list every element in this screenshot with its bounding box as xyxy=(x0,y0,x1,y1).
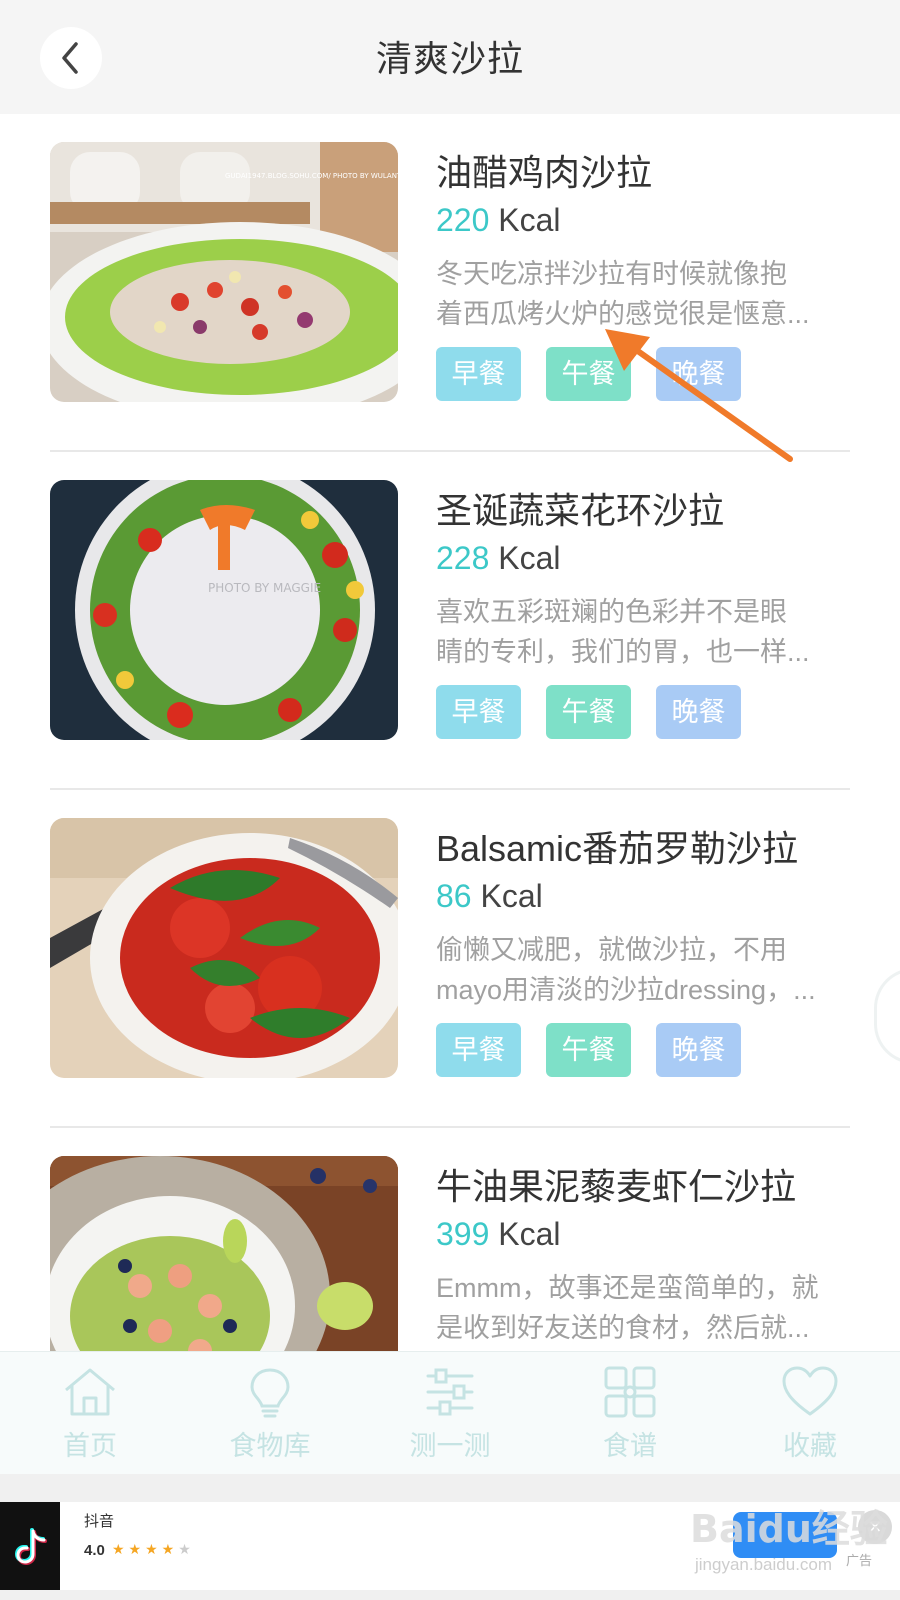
kcal-value: 86 xyxy=(436,878,472,914)
tab-favorites[interactable]: 收藏 xyxy=(750,1366,870,1463)
recipe-image xyxy=(50,1156,398,1351)
recipe-list[interactable]: GUDAI1947.BLOG.SOHU.COM/ PHOTO BY WULANT… xyxy=(0,114,900,1351)
bottom-tab-bar: 首页 食物库 测一测 食谱 收藏 xyxy=(0,1351,900,1475)
description-line: 喜欢五彩斑斓的色彩并不是眼 xyxy=(436,597,787,627)
star-icon: ★★★★ xyxy=(112,1541,179,1557)
recipe-title: 油醋鸡肉沙拉 xyxy=(436,152,653,193)
recipe-image: GUDAI1947.BLOG.SOHU.COM/ PHOTO BY WULANT… xyxy=(50,142,398,402)
recipe-kcal: 86 Kcal xyxy=(436,878,543,915)
tab-label: 收藏 xyxy=(783,1431,837,1461)
top-bar: 清爽沙拉 xyxy=(0,0,900,114)
rating-stars: ★★★★★ xyxy=(112,1541,195,1558)
recipe-image: PHOTO BY MAGGIE xyxy=(50,480,398,740)
description-line: 是收到好友送的食材，然后就... xyxy=(436,1313,810,1343)
recipe-kcal: 399 Kcal xyxy=(436,1216,561,1253)
recipe-description: Emmm，故事还是蛮简单的，就 是收到好友送的食材，然后就... xyxy=(436,1268,854,1348)
recipe-title: Balsamic番茄罗勒沙拉 xyxy=(436,828,799,869)
tiktok-app-icon xyxy=(0,1502,60,1590)
tab-test[interactable]: 测一测 xyxy=(390,1366,510,1463)
tag-dinner[interactable]: 晚餐 xyxy=(656,685,741,739)
kcal-value: 228 xyxy=(436,540,490,576)
baidu-watermark: Baidu经验 xyxy=(690,1507,888,1551)
recipe-item[interactable]: 牛油果泥藜麦虾仁沙拉 399 Kcal Emmm，故事还是蛮简单的，就 是收到好… xyxy=(0,1128,900,1351)
kcal-unit: Kcal xyxy=(498,202,561,238)
recipe-title: 圣诞蔬菜花环沙拉 xyxy=(436,490,725,531)
tag-lunch[interactable]: 午餐 xyxy=(546,1023,631,1077)
recipe-kcal: 220 Kcal xyxy=(436,202,561,239)
tag-lunch[interactable]: 午餐 xyxy=(546,685,631,739)
meal-tags: 早餐 午餐 晚餐 xyxy=(436,685,741,739)
kcal-value: 399 xyxy=(436,1216,490,1252)
annotation-arrow-icon xyxy=(605,329,793,462)
lightbulb-icon xyxy=(250,1368,290,1418)
tab-recipes[interactable]: 食谱 xyxy=(570,1366,690,1463)
tag-breakfast[interactable]: 早餐 xyxy=(436,347,521,401)
description-line: 冬天吃凉拌沙拉有时候就像抱 xyxy=(436,259,787,289)
tag-dinner[interactable]: 晚餐 xyxy=(656,1023,741,1077)
recipe-item[interactable]: PHOTO BY MAGGIE 圣诞蔬菜花环沙拉 228 Kcal 喜欢五彩斑斓… xyxy=(0,452,900,790)
recipe-image xyxy=(50,818,398,1078)
tab-label: 食物库 xyxy=(229,1431,311,1461)
grid-icon xyxy=(604,1366,656,1418)
description-line: Emmm，故事还是蛮简单的，就 xyxy=(436,1273,819,1303)
image-watermark: PHOTO BY MAGGIE xyxy=(208,581,321,595)
page-title: 清爽沙拉 xyxy=(375,38,524,79)
tab-food-library[interactable]: 食物库 xyxy=(210,1366,330,1463)
recipe-item[interactable]: Balsamic番茄罗勒沙拉 86 Kcal 偷懒又减肥，就做沙拉，不用 may… xyxy=(0,790,900,1128)
recipe-description: 喜欢五彩斑斓的色彩并不是眼 睛的专利，我们的胃，也一样... xyxy=(436,592,854,672)
recipe-title: 牛油果泥藜麦虾仁沙拉 xyxy=(436,1166,797,1207)
heart-icon xyxy=(782,1366,838,1416)
description-line: 着西瓜烤火炉的感觉很是惬意... xyxy=(436,299,810,329)
sliders-icon xyxy=(426,1368,474,1416)
kcal-unit: Kcal xyxy=(498,1216,561,1252)
ad-app-name: 抖音 xyxy=(84,1513,115,1530)
ad-rating: 4.0 xyxy=(84,1542,105,1559)
kcal-unit: Kcal xyxy=(480,878,543,914)
home-icon xyxy=(65,1368,115,1416)
star-empty-icon: ★ xyxy=(178,1541,195,1557)
baidu-watermark-url: jingyan.baidu.com xyxy=(695,1555,833,1574)
kcal-value: 220 xyxy=(436,202,490,238)
recipe-description: 偷懒又减肥，就做沙拉，不用 mayo用清淡的沙拉dressing，... xyxy=(436,930,854,1010)
kcal-unit: Kcal xyxy=(498,540,561,576)
image-watermark: GUDAI1947.BLOG.SOHU.COM/ PHOTO BY WULANT… xyxy=(225,172,398,180)
tab-home[interactable]: 首页 xyxy=(30,1366,150,1463)
description-line: 睛的专利，我们的胃，也一样... xyxy=(436,637,810,667)
tab-label: 首页 xyxy=(63,1431,117,1461)
description-line: mayo用清淡的沙拉dressing，... xyxy=(436,975,816,1005)
description-line: 偷懒又减肥，就做沙拉，不用 xyxy=(436,935,787,965)
tab-label: 食谱 xyxy=(603,1431,657,1461)
recipe-kcal: 228 Kcal xyxy=(436,540,561,577)
tab-label: 测一测 xyxy=(409,1431,491,1461)
tag-breakfast[interactable]: 早餐 xyxy=(436,685,521,739)
meal-tags: 早餐 午餐 晚餐 xyxy=(436,1023,741,1077)
recipe-description: 冬天吃凉拌沙拉有时候就像抱 着西瓜烤火炉的感觉很是惬意... xyxy=(436,254,854,334)
tag-breakfast[interactable]: 早餐 xyxy=(436,1023,521,1077)
